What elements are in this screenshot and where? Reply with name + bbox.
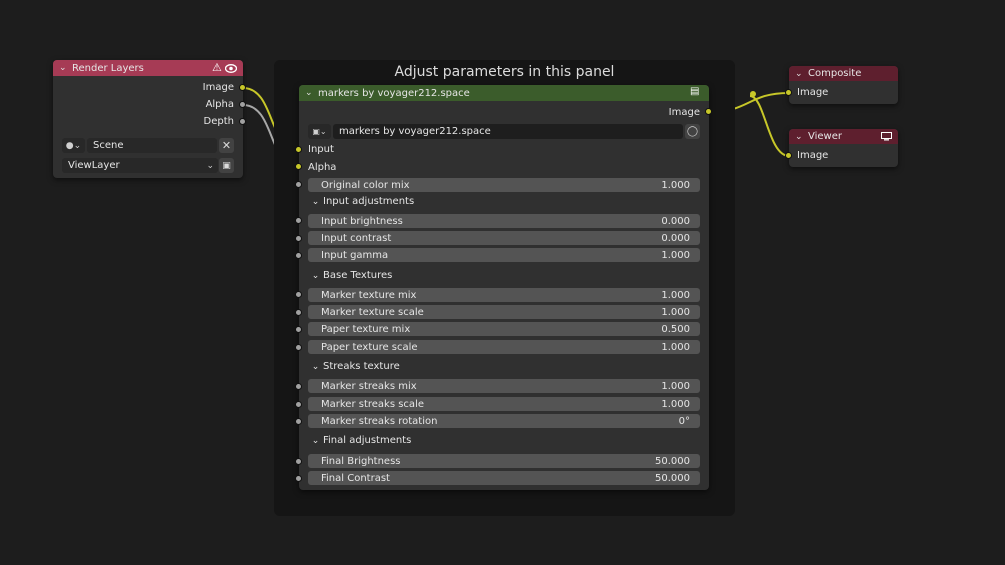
fake-user-button[interactable]: ◯ [685,124,700,139]
monitor-icon[interactable] [881,132,892,141]
chevron-down-icon: ⌄ [311,435,320,446]
field-input-contrast[interactable]: Input contrast 0.000 [308,231,700,245]
socket-render-alpha[interactable] [239,101,246,108]
field-marker-streaks-rotation[interactable]: Marker streaks rotation 0° [308,414,700,428]
scene-field[interactable]: Scene [87,138,217,153]
section-input-adjustments[interactable]: ⌄ Input adjustments [308,194,700,209]
socket-viewer-image[interactable] [785,152,792,159]
input-label-alpha: Alpha [308,162,337,173]
input-label-image: Image [797,150,829,161]
socket-original-color-mix[interactable] [295,181,302,188]
viewer-title: Viewer [808,131,842,142]
socket-group-output-image[interactable] [705,108,712,115]
chevron-down-icon: ⌄ [311,196,320,207]
field-marker-streaks-scale[interactable]: Marker streaks scale 1.000 [308,397,700,411]
field-original-color-mix[interactable]: Original color mix 1.000 [308,178,700,192]
output-label-alpha: Alpha [205,99,234,110]
scene-value: Scene [93,140,124,151]
socket-marker-texture-mix[interactable] [295,291,302,298]
socket-marker-streaks-scale[interactable] [295,401,302,408]
scene-icon: ●⌄ [65,140,82,151]
socket-marker-streaks-rotation[interactable] [295,418,302,425]
composite-title: Composite [808,68,862,79]
socket-composite-image[interactable] [785,89,792,96]
field-paper-texture-scale[interactable]: Paper texture scale 1.000 [308,340,700,354]
socket-paper-texture-scale[interactable] [295,344,302,351]
collapse-chevron-icon[interactable]: ⌄ [795,69,805,79]
render-layers-node[interactable]: ⌄ Render Layers ⚠ Image Alpha Depth ●⌄ S… [53,60,243,178]
frame-title: Adjust parameters in this panel [394,64,615,80]
warning-icon: ⚠ [212,61,222,74]
datablock-name-field[interactable]: markers by voyager212.space [333,124,683,139]
link-reroute-dot [750,91,756,97]
socket-group-alpha[interactable] [295,163,302,170]
field-paper-texture-mix[interactable]: Paper texture mix 0.500 [308,322,700,336]
section-streaks-texture[interactable]: ⌄ Streaks texture [308,359,700,374]
input-label-image: Image [797,87,829,98]
viewer-node[interactable]: ⌄ Viewer Image [789,129,898,167]
socket-marker-texture-scale[interactable] [295,309,302,316]
composite-node[interactable]: ⌄ Composite Image [789,66,898,104]
datablock-selector-button[interactable]: ▣⌄ [308,124,331,139]
node-tree-icon: ▣⌄ [312,127,327,136]
collapse-chevron-icon[interactable]: ⌄ [59,63,69,73]
chevron-down-icon: ⌄ [206,160,214,171]
socket-render-depth[interactable] [239,118,246,125]
x-icon: ✕ [221,139,232,152]
group-node-header[interactable]: ⌄ markers by voyager212.space [299,85,709,101]
eye-icon[interactable] [225,64,237,73]
node-tree-icon: ▤ [690,86,700,97]
output-label-image: Image [668,107,700,118]
section-final-adjustments[interactable]: ⌄ Final adjustments [308,433,700,448]
scene-clear-button[interactable]: ✕ [219,138,234,153]
socket-final-brightness[interactable] [295,458,302,465]
chevron-down-icon: ⌄ [311,270,320,281]
view-layer-dropdown[interactable]: ViewLayer ⌄ [62,158,218,173]
field-input-brightness[interactable]: Input brightness 0.000 [308,214,700,228]
field-marker-streaks-mix[interactable]: Marker streaks mix 1.000 [308,379,700,393]
field-final-brightness[interactable]: Final Brightness 50.000 [308,454,700,468]
group-node[interactable]: ⌄ markers by voyager212.space ▤ Image ▣⌄… [299,85,709,490]
socket-final-contrast[interactable] [295,475,302,482]
field-input-gamma[interactable]: Input gamma 1.000 [308,248,700,262]
browse-layer-icon: ▣ [222,160,231,171]
socket-input-brightness[interactable] [295,217,302,224]
field-marker-texture-scale[interactable]: Marker texture scale 1.000 [308,305,700,319]
view-layer-value: ViewLayer [68,160,120,171]
socket-input-gamma[interactable] [295,252,302,259]
socket-paper-texture-mix[interactable] [295,326,302,333]
browse-layer-button[interactable]: ▣ [219,158,234,173]
scene-selector-button[interactable]: ●⌄ [62,138,85,153]
chevron-down-icon: ⌄ [311,361,320,372]
socket-group-input[interactable] [295,146,302,153]
socket-marker-streaks-mix[interactable] [295,383,302,390]
datablock-name-value: markers by voyager212.space [339,126,491,137]
field-marker-texture-mix[interactable]: Marker texture mix 1.000 [308,288,700,302]
node-title: Render Layers [72,62,144,74]
collapse-chevron-icon[interactable]: ⌄ [795,132,805,142]
collapse-chevron-icon[interactable]: ⌄ [305,88,315,98]
output-label-image: Image [202,82,234,93]
socket-input-contrast[interactable] [295,235,302,242]
composite-header[interactable]: ⌄ Composite [789,66,898,81]
output-label-depth: Depth [203,116,234,127]
field-final-contrast[interactable]: Final Contrast 50.000 [308,471,700,485]
group-node-title: markers by voyager212.space [318,87,470,99]
shield-icon: ◯ [686,126,699,137]
link-group-to-viewer[interactable] [749,95,790,157]
socket-render-image[interactable] [239,84,246,91]
input-label-input: Input [308,144,334,155]
section-base-textures[interactable]: ⌄ Base Textures [308,268,700,283]
